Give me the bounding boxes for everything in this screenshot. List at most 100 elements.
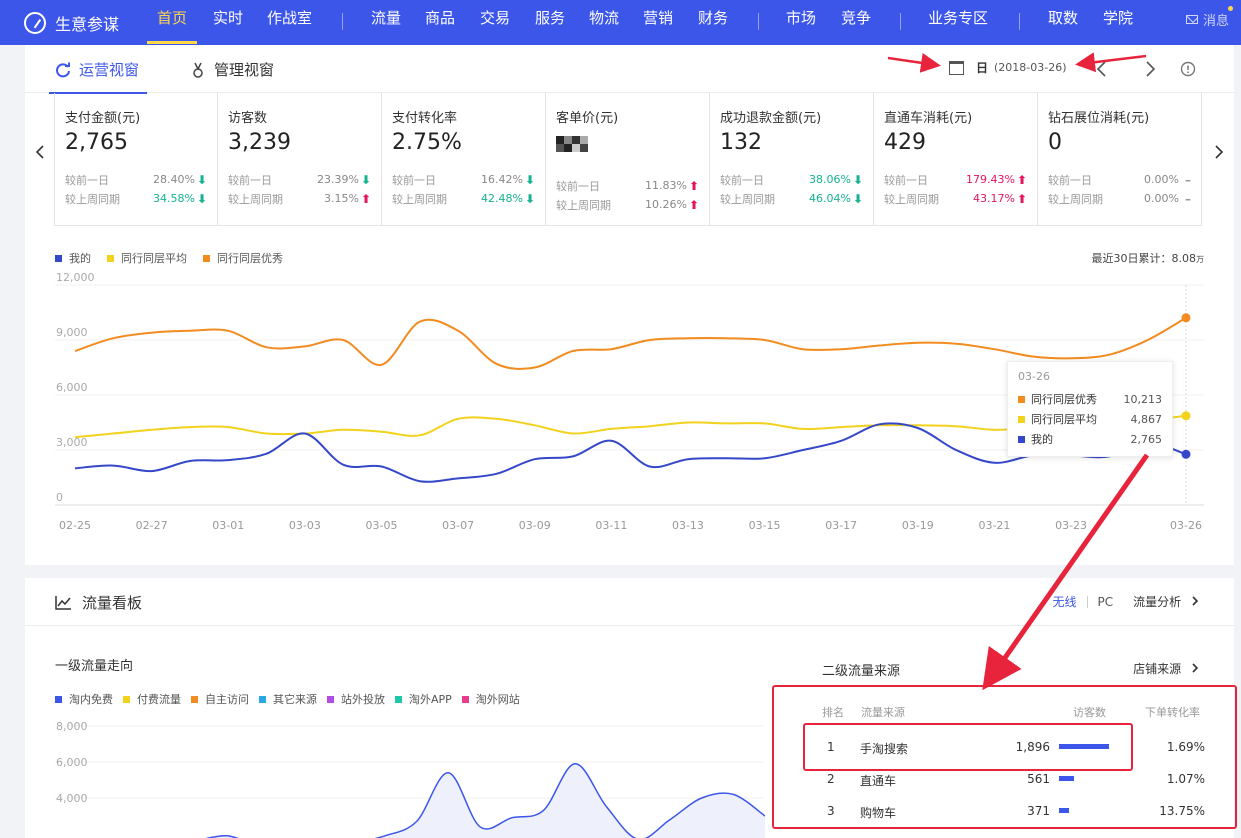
kpi-card[interactable]: 访客数 3,239 较前一日 23.39% ⬇ 较上周同期 3.15% ⬆ <box>218 93 382 226</box>
compare-label: 较前一日 <box>1048 173 1092 187</box>
data-point <box>1181 411 1191 421</box>
legend-swatch <box>55 695 62 703</box>
legend-item-average[interactable]: 同行同层平均 <box>107 250 187 266</box>
x-tick-label: 03-07 <box>442 519 474 532</box>
kpi-row: 支付金额(元) 2,765 较前一日 28.40% ⬇ 较上周同期 34.58% ⬇ 访客数 3,… <box>54 93 1204 226</box>
kpi-title: 钻石展位消耗(元) <box>1048 111 1150 126</box>
nav-item[interactable]: 取数 <box>1048 0 1078 45</box>
trend-up-icon: ⬆ <box>688 178 699 193</box>
trend-up-icon: ⬆ <box>360 191 371 206</box>
traffic-analysis-link[interactable]: 流量分析 <box>1133 593 1200 610</box>
compare-label: 较前一日 <box>720 173 764 187</box>
nav-item[interactable]: 业务专区 <box>928 0 988 45</box>
legend-swatch <box>395 695 402 703</box>
kpi-card[interactable]: 钻石展位消耗(元) 0 较前一日 0.00% – 较上周同期 0.00% – <box>1038 93 1202 226</box>
legend-item[interactable]: 站外投放 <box>327 691 385 707</box>
messages-label: 消息 <box>1202 14 1229 29</box>
y-tick-label: 9,000 <box>56 326 88 339</box>
nav-item[interactable]: 物流 <box>589 0 619 45</box>
first-level-traffic-title: 一级流量走向 <box>55 659 134 674</box>
compass-logo-icon <box>24 11 46 34</box>
legend-label: 站外投放 <box>341 693 385 706</box>
wireless-toggle[interactable]: 无线 <box>1053 593 1077 610</box>
tab-operations-label: 运营视窗 <box>79 61 140 79</box>
legend-swatch <box>203 254 210 262</box>
kpi-compare-prev-day: 较前一日 11.83% ⬆ <box>556 178 699 193</box>
compare-label: 较上周同期 <box>720 192 775 206</box>
nav-item[interactable]: 营销 <box>643 0 673 45</box>
nav-item[interactable]: 竞争 <box>841 0 871 45</box>
compare-value: 0.00% <box>1144 173 1179 186</box>
legend-swatch <box>461 695 469 703</box>
compare-value: 179.43% <box>966 173 1015 186</box>
info-icon[interactable] <box>1178 59 1198 79</box>
legend-label: 淘外APP <box>409 693 452 706</box>
logo[interactable]: 生意参谋 <box>24 11 147 35</box>
compare-value: 46.04% <box>809 192 851 205</box>
kpi-title: 客单价(元) <box>556 111 619 126</box>
x-tick-label: 03-21 <box>978 519 1010 532</box>
x-tick-label: 03-23 <box>1055 519 1087 532</box>
kpi-card[interactable]: 支付金额(元) 2,765 较前一日 28.40% ⬇ 较上周同期 34.58% ⬇ <box>54 93 218 226</box>
thirty-day-total-value: 8.08 <box>1171 252 1197 265</box>
next-day-button[interactable] <box>1140 59 1160 79</box>
kpi-compare-prev-week: 较上周同期 10.26% ⬆ <box>556 197 699 212</box>
nav-divider <box>758 13 759 30</box>
legend-label: 同行同层优秀 <box>217 252 283 265</box>
legend-item[interactable]: 付费流量 <box>123 691 181 707</box>
tooltip-swatch <box>1018 395 1025 403</box>
y-tick-label: 6,000 <box>56 756 88 769</box>
traffic-header-controls: 无线 PC 流量分析 <box>1053 593 1200 610</box>
kpi-card[interactable]: 成功退款金额(元) 132 较前一日 38.06% ⬇ 较上周同期 46.04% ⬇ <box>710 93 874 226</box>
nav-item[interactable]: 财务 <box>698 0 728 45</box>
thirty-day-total: 最近30日累计：8.08万 <box>1092 250 1205 266</box>
top-navigation: 生意参谋 首页 实时 作战室 流量 商品 交易 服务 物流 营销 财务 市场 竞争 业务专区 取数 学院 <box>0 0 1241 45</box>
nav-item[interactable]: 学院 <box>1103 0 1133 45</box>
legend-item[interactable]: 淘外网站 <box>461 691 520 707</box>
messages-link[interactable]: 消息 <box>1185 6 1233 29</box>
compare-label: 较前一日 <box>228 173 272 187</box>
kpi-value: 3,239 <box>228 130 291 155</box>
trend-legend: 我的 同行同层平均 同行同层优秀 <box>55 250 299 266</box>
kpi-value: 132 <box>720 130 762 155</box>
nav-item[interactable]: 服务 <box>535 0 565 45</box>
line-chart-icon <box>55 596 71 610</box>
legend-label: 淘内免费 <box>69 693 113 706</box>
kpi-scroll-right-button[interactable] <box>1212 145 1226 159</box>
legend-swatch <box>55 254 62 262</box>
tab-management[interactable]: 管理视窗 <box>191 59 274 80</box>
kpi-card[interactable]: 支付转化率 2.75% 较前一日 16.42% ⬇ 较上周同期 42.48% ⬇ <box>382 93 546 226</box>
trend-flat-icon: – <box>1185 191 1191 206</box>
tab-operations[interactable]: 运营视窗 <box>48 59 148 94</box>
pc-toggle[interactable]: PC <box>1098 595 1114 609</box>
kpi-value-blurred <box>556 136 699 166</box>
legend-item[interactable]: 淘外APP <box>395 691 452 707</box>
legend-swatch <box>123 695 130 703</box>
date-picker[interactable]: 日 (2018-03-26) <box>949 59 1067 76</box>
nav-item[interactable]: 市场 <box>786 0 816 45</box>
y-tick-label: 6,000 <box>56 381 88 394</box>
compare-value: 16.42% <box>481 173 523 186</box>
legend-item[interactable]: 淘内免费 <box>55 691 113 707</box>
nav-item[interactable]: 首页 <box>146 0 198 45</box>
legend-swatch <box>259 695 266 703</box>
nav-item[interactable]: 交易 <box>480 0 510 45</box>
nav-item[interactable]: 实时 <box>213 0 243 45</box>
shop-source-link[interactable]: 店铺来源 <box>1133 660 1200 677</box>
kpi-card[interactable]: 直通车消耗(元) 429 较前一日 179.43% ⬆ 较上周同期 43.17% ⬆ <box>874 93 1038 226</box>
legend-item-mine[interactable]: 我的 <box>55 250 91 266</box>
compare-value: 11.83% <box>645 179 687 192</box>
x-tick-label: 03-09 <box>519 519 551 532</box>
legend-item-excellent[interactable]: 同行同层优秀 <box>203 250 283 266</box>
legend-item[interactable]: 其它来源 <box>259 691 317 707</box>
period-label: 日 <box>976 61 989 75</box>
kpi-card[interactable]: 客单价(元) 较前一日 11.83% ⬆ 较上周同期 10.26% ⬆ <box>546 93 710 226</box>
nav-item[interactable]: 流量 <box>371 0 401 45</box>
previous-day-button[interactable] <box>1092 59 1112 79</box>
trend-down-icon: ⬇ <box>196 191 207 206</box>
first-level-traffic-chart[interactable]: 8,000 6,000 4,000 <box>25 718 765 838</box>
legend-item[interactable]: 自主访问 <box>191 691 249 707</box>
nav-item[interactable]: 作战室 <box>267 0 312 45</box>
kpi-scroll-left-button[interactable] <box>33 145 47 159</box>
nav-item[interactable]: 商品 <box>425 0 455 45</box>
